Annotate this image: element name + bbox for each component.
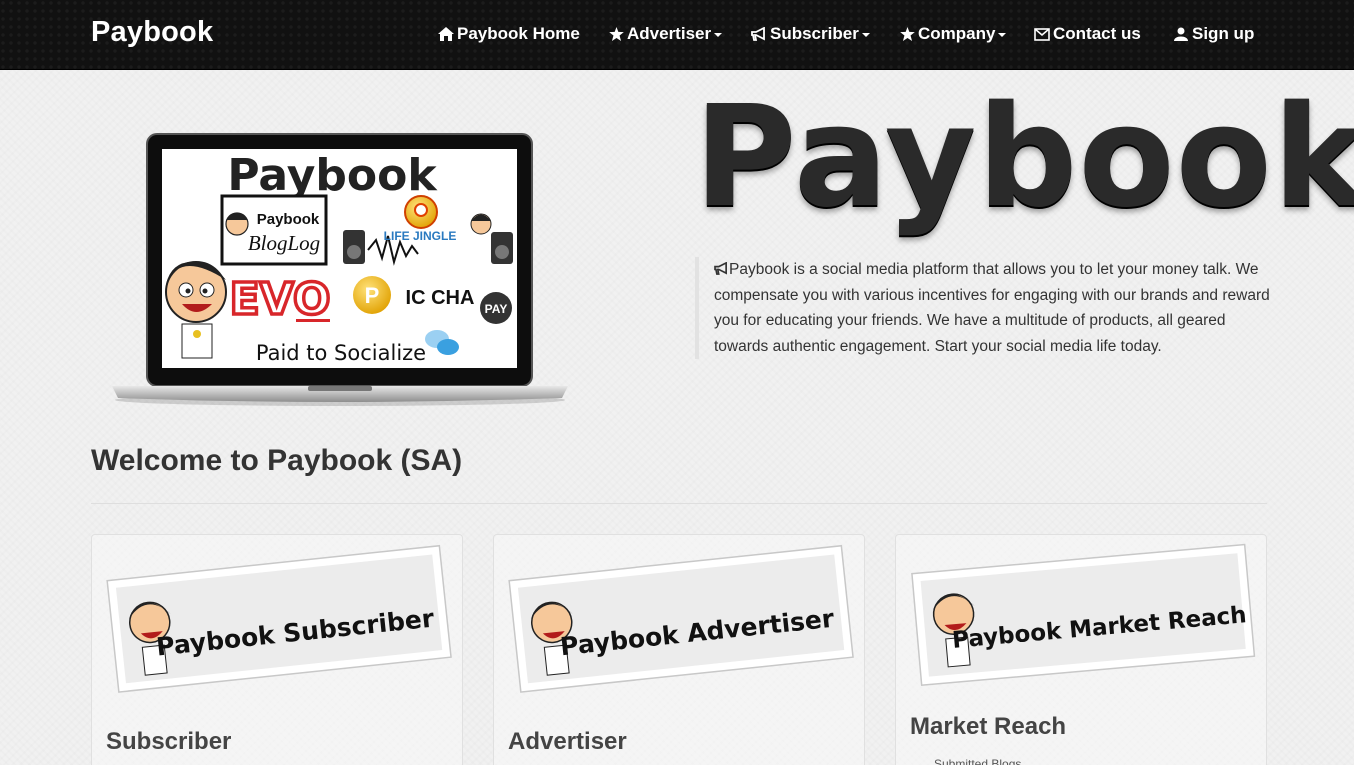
- intro-text: Paybook is a social media platform that …: [714, 261, 1270, 355]
- screen-tagline: Paid to Socialize: [256, 341, 426, 365]
- nav-subscriber-label: Subscriber: [770, 24, 859, 43]
- advertiser-banner-image[interactable]: Paybook Advertiser: [502, 543, 858, 693]
- card-market-reach-title: Market Reach: [910, 713, 1067, 740]
- home-icon: [437, 25, 455, 43]
- bullhorn-icon: [714, 258, 729, 275]
- chevron-down-icon: [714, 33, 723, 37]
- nav-contact-label: Contact us: [1053, 24, 1141, 43]
- svg-text:P: P: [365, 283, 380, 308]
- nav-contact[interactable]: Contact us: [1033, 24, 1141, 44]
- envelope-icon: [1033, 25, 1051, 43]
- card-advertiser: Paybook Advertiser Advertiser: [493, 534, 865, 765]
- nav-company[interactable]: Company: [898, 24, 1007, 44]
- nav-subscriber[interactable]: Subscriber: [750, 24, 870, 44]
- divider: [91, 503, 1267, 504]
- card-market-reach-sub: Submitted Blogs: [934, 757, 1022, 765]
- screen-title: Paybook: [227, 150, 438, 201]
- card-advertiser-title: Advertiser: [508, 728, 627, 755]
- nav-advertiser[interactable]: Advertiser: [607, 24, 723, 44]
- nav-advertiser-label: Advertiser: [627, 24, 712, 43]
- bullhorn-icon: [750, 25, 768, 43]
- market-reach-banner-image[interactable]: Paybook Market Reach: [904, 543, 1260, 693]
- nav-home-label: Paybook Home: [457, 24, 580, 43]
- laptop-hero-image: Paybook Paybook BlogLog LIFE JINGLE EVO …: [112, 133, 568, 406]
- screen-life-jingle: LIFE JINGLE: [384, 229, 457, 243]
- screen-bloglog-top: Paybook: [257, 211, 320, 228]
- card-subscriber-title: Subscriber: [106, 728, 232, 755]
- brand-logo-link[interactable]: Paybook: [91, 16, 213, 49]
- subscriber-banner-image[interactable]: Paybook Subscriber: [100, 543, 456, 693]
- star-icon: [898, 25, 916, 43]
- screen-pay-badge: PAY: [485, 302, 508, 316]
- nav-signup[interactable]: Sign up: [1172, 24, 1254, 44]
- top-navbar: Paybook Paybook Home Advertiser Subscrib…: [0, 0, 1354, 70]
- screen-evo: EVO: [230, 274, 331, 325]
- nav-home[interactable]: Paybook Home: [437, 24, 580, 44]
- chevron-down-icon: [861, 33, 870, 37]
- user-icon: [1172, 25, 1190, 43]
- hero-title: Paybook: [694, 76, 1354, 239]
- welcome-heading: Welcome to Paybook (SA): [91, 444, 463, 477]
- card-market-reach: Paybook Market Reach Market Reach Submit…: [895, 534, 1267, 765]
- star-icon: [607, 25, 625, 43]
- card-subscriber: Paybook Subscriber Subscriber: [91, 534, 463, 765]
- screen-bloglog-bottom: BlogLog: [248, 231, 320, 255]
- chevron-down-icon: [998, 33, 1007, 37]
- nav-signup-label: Sign up: [1192, 24, 1255, 43]
- nav-company-label: Company: [918, 24, 996, 43]
- screen-picchat: IC CHA: [406, 287, 475, 309]
- intro-blockquote: Paybook is a social media platform that …: [695, 257, 1270, 359]
